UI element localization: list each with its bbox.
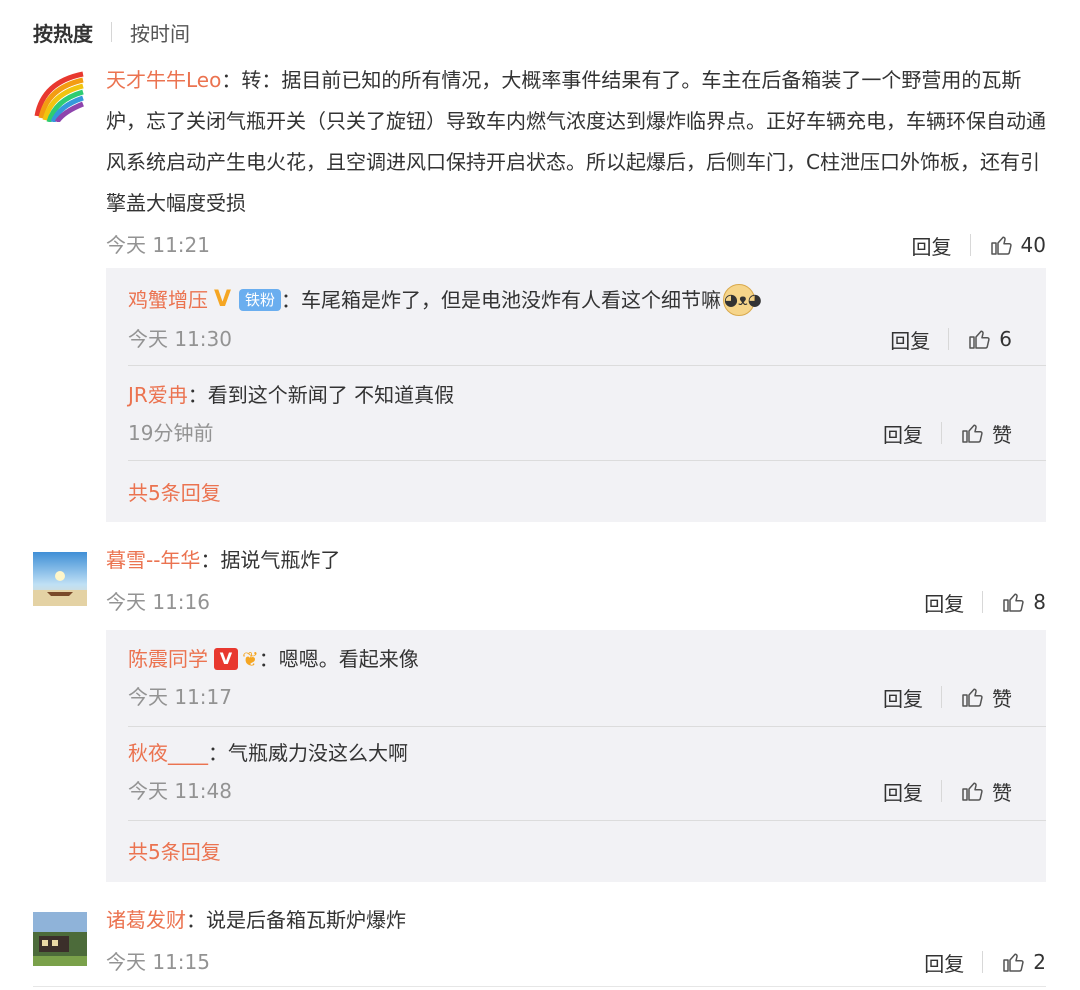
like-count: 8	[1033, 590, 1046, 614]
comment-text: 天才牛牛Leo：转：据目前已知的所有情况，大概率事件结果有了。车主在后备箱装了一…	[106, 68, 1046, 215]
reply-button[interactable]: 回复	[890, 325, 930, 354]
reply-meta: 今天 11:48 回复 赞	[128, 776, 1012, 806]
reply-username[interactable]: 秋夜____	[128, 738, 208, 768]
like-button[interactable]: 8	[1001, 590, 1046, 614]
reply-list: 陈震同学 V ❦：嗯嗯。看起来像 今天 11:17 回复 赞 秋夜____：气瓶…	[106, 630, 1046, 882]
comment-username[interactable]: 暮雪--年华	[106, 548, 200, 572]
reply-text: JR爱冉：看到这个新闻了 不知道真假	[128, 380, 1012, 410]
action-divider	[941, 422, 942, 444]
like-label: 赞	[992, 686, 1012, 711]
comment-username[interactable]: 天才牛牛Leo	[106, 68, 221, 92]
reply-username[interactable]: JR爱冉	[128, 380, 188, 410]
reply-divider	[128, 820, 1046, 821]
reply-time: 19分钟前	[128, 421, 214, 445]
like-count: 6	[999, 327, 1012, 351]
reply-button[interactable]: 回复	[912, 231, 952, 260]
reply-button[interactable]: 回复	[883, 419, 923, 448]
thumbs-up-icon	[1003, 953, 1024, 972]
reply-button[interactable]: 回复	[883, 777, 923, 806]
thumbs-up-icon	[1003, 593, 1024, 612]
comment-content: 据说气瓶炸了	[220, 548, 341, 572]
like-button[interactable]: 40	[989, 233, 1046, 257]
comment-meta: 今天 11:15 回复 2	[106, 947, 1046, 977]
reply-item: 鸡蟹增压 V 铁粉：车尾箱是炸了，但是电池没炸有人看这个细节嘛 ◕ᴥ◕ 今天 1…	[128, 284, 1012, 354]
reply-item: 秋夜____：气瓶威力没这么大啊 今天 11:48 回复 赞	[128, 738, 1012, 806]
reply-text: 鸡蟹增压 V 铁粉：车尾箱是炸了，但是电池没炸有人看这个细节嘛 ◕ᴥ◕	[128, 284, 1012, 316]
list-divider	[33, 986, 1046, 987]
like-button[interactable]: 赞	[960, 683, 1012, 712]
fans-badge: 铁粉	[239, 289, 282, 311]
reply-item: JR爱冉：看到这个新闻了 不知道真假 19分钟前 回复 赞	[128, 380, 1012, 448]
thumbs-up-icon	[962, 782, 983, 801]
reply-content: 看到这个新闻了 不知道真假	[207, 383, 455, 407]
reply-divider	[128, 726, 1046, 727]
thumbs-up-icon	[969, 330, 990, 349]
like-label: 赞	[992, 422, 1012, 447]
reply-text: 陈震同学 V ❦：嗯嗯。看起来像	[128, 644, 1012, 674]
comment-text: 诸葛发财：说是后备箱瓦斯炉爆炸	[106, 908, 406, 932]
sort-by-hot-tab[interactable]: 按热度	[33, 18, 93, 47]
reply-list: 鸡蟹增压 V 铁粉：车尾箱是炸了，但是电池没炸有人看这个细节嘛 ◕ᴥ◕ 今天 1…	[106, 268, 1046, 522]
reply-button[interactable]: 回复	[924, 588, 964, 617]
action-divider	[941, 686, 942, 708]
reply-meta: 今天 11:17 回复 赞	[128, 682, 1012, 712]
comment-meta: 今天 11:21 回复 40	[106, 230, 1046, 260]
thumbs-up-icon	[990, 236, 1012, 255]
like-button[interactable]: 赞	[960, 419, 1012, 448]
like-button[interactable]: 赞	[960, 777, 1012, 806]
thumbs-up-icon	[962, 688, 983, 707]
comment-username[interactable]: 诸葛发财	[106, 908, 186, 932]
reply-button[interactable]: 回复	[924, 948, 964, 977]
like-label: 赞	[992, 780, 1012, 805]
reply-time: 今天 11:48	[128, 779, 232, 803]
v-badge-icon: V	[214, 648, 238, 670]
reply-button[interactable]: 回复	[883, 683, 923, 712]
sort-by-time-tab[interactable]: 按时间	[130, 18, 190, 47]
comment-time: 今天 11:16	[106, 590, 210, 614]
reply-item: 陈震同学 V ❦：嗯嗯。看起来像 今天 11:17 回复 赞	[128, 644, 1012, 712]
action-divider	[982, 591, 984, 613]
more-replies-link[interactable]: 共5条回复	[128, 837, 221, 867]
action-divider	[982, 951, 984, 973]
comment-content: 转：据目前已知的所有情况，大概率事件结果有了。车主在后备箱装了一个野营用的瓦斯炉…	[106, 68, 1046, 215]
avatar[interactable]	[33, 552, 87, 606]
doge-emoji: ◕ᴥ◕	[723, 284, 762, 316]
reply-username[interactable]: 鸡蟹增压	[128, 285, 208, 315]
avatar[interactable]	[33, 912, 87, 966]
reply-content: 气瓶威力没这么大啊	[228, 741, 408, 765]
action-divider	[941, 780, 942, 802]
comment-content: 说是后备箱瓦斯炉爆炸	[206, 908, 406, 932]
more-replies-link[interactable]: 共5条回复	[128, 478, 221, 508]
reply-text: 秋夜____：气瓶威力没这么大啊	[128, 738, 1012, 768]
thumbs-up-icon	[962, 424, 983, 443]
action-divider	[948, 328, 950, 350]
like-count: 40	[1020, 233, 1046, 257]
sort-divider	[111, 22, 112, 42]
comment-text: 暮雪--年华：据说气瓶炸了	[106, 548, 341, 572]
flame-badge-icon: ❦	[242, 647, 259, 671]
reply-divider	[128, 365, 1046, 366]
reply-time: 今天 11:30	[128, 327, 232, 351]
reply-time: 今天 11:17	[128, 685, 232, 709]
avatar[interactable]	[33, 68, 87, 122]
like-button[interactable]: 6	[967, 327, 1012, 351]
like-count: 2	[1033, 950, 1046, 974]
reply-divider	[128, 460, 1046, 461]
action-divider	[969, 234, 971, 256]
v-badge-icon: V	[214, 287, 232, 312]
reply-meta: 19分钟前 回复 赞	[128, 418, 1012, 448]
comment-meta: 今天 11:16 回复 8	[106, 587, 1046, 617]
reply-content: 车尾箱是炸了，但是电池没炸有人看这个细节嘛	[301, 288, 722, 312]
comment-time: 今天 11:21	[106, 233, 210, 257]
reply-content: 嗯嗯。看起来像	[278, 647, 419, 671]
comment-time: 今天 11:15	[106, 950, 210, 974]
like-button[interactable]: 2	[1001, 950, 1046, 974]
reply-meta: 今天 11:30 回复 6	[128, 324, 1012, 354]
sort-bar: 按热度 按时间	[33, 18, 190, 46]
reply-username[interactable]: 陈震同学	[128, 644, 208, 674]
